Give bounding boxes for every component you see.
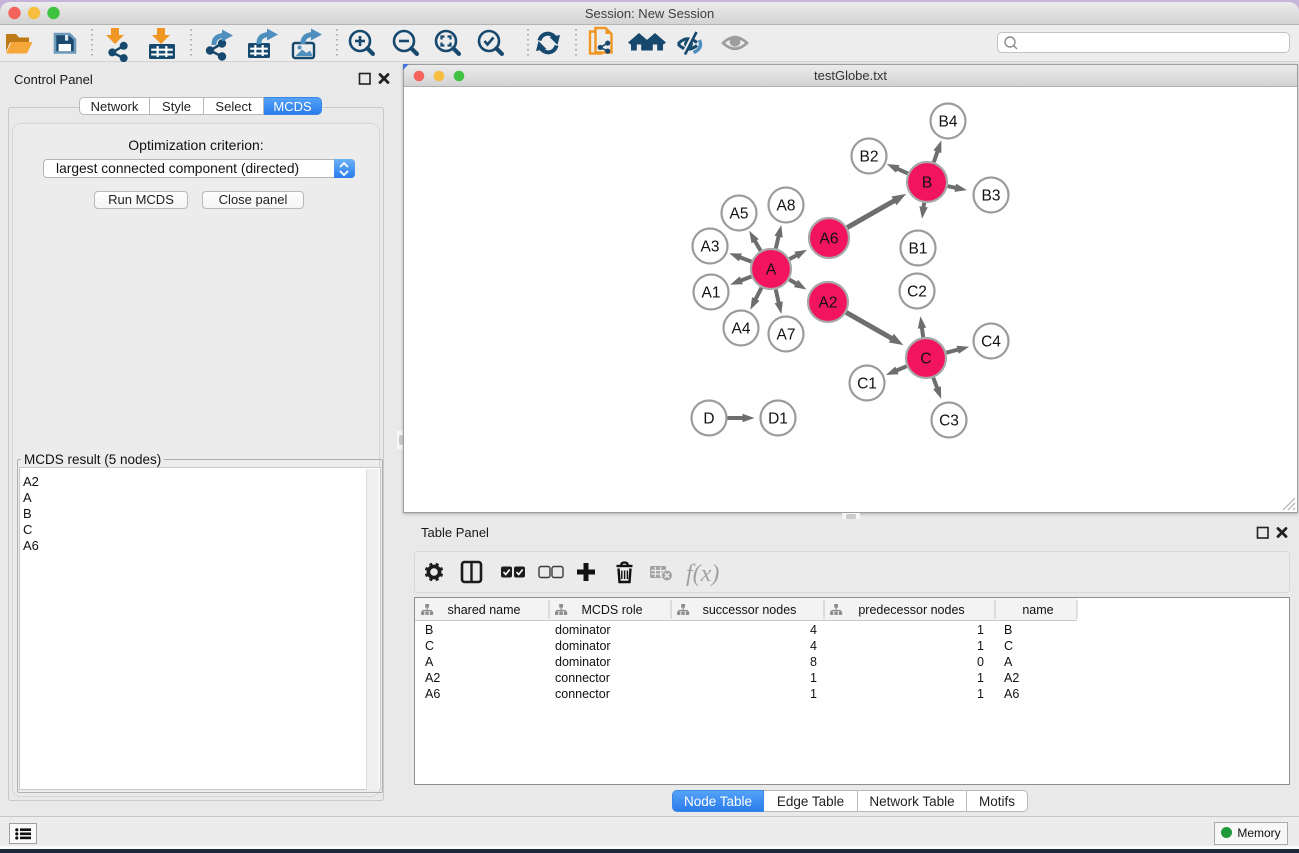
svg-text:A6: A6 [425,687,440,701]
svg-text:1: 1 [977,671,984,685]
svg-text:A: A [425,655,434,669]
svg-text:successor nodes: successor nodes [703,603,797,617]
svg-text:0: 0 [977,655,984,669]
svg-text:A6: A6 [1004,687,1019,701]
svg-text:B: B [1004,623,1012,637]
svg-text:connector: connector [555,687,610,701]
svg-text:connector: connector [555,671,610,685]
svg-text:1: 1 [977,639,984,653]
svg-text:predecessor nodes: predecessor nodes [858,603,964,617]
svg-text:1: 1 [977,687,984,701]
svg-text:C: C [425,639,434,653]
svg-text:1: 1 [810,671,817,685]
svg-text:name: name [1022,603,1053,617]
svg-text:dominator: dominator [555,655,611,669]
svg-text:1: 1 [977,623,984,637]
svg-text:A2: A2 [425,671,440,685]
svg-text:MCDS role: MCDS role [581,603,642,617]
svg-text:4: 4 [810,639,817,653]
svg-text:8: 8 [810,655,817,669]
svg-text:4: 4 [810,623,817,637]
svg-text:dominator: dominator [555,639,611,653]
svg-text:shared name: shared name [448,603,521,617]
svg-text:B: B [425,623,433,637]
svg-text:C: C [1004,639,1013,653]
svg-text:1: 1 [810,687,817,701]
svg-text:A: A [1004,655,1013,669]
svg-text:dominator: dominator [555,623,611,637]
svg-text:A2: A2 [1004,671,1019,685]
